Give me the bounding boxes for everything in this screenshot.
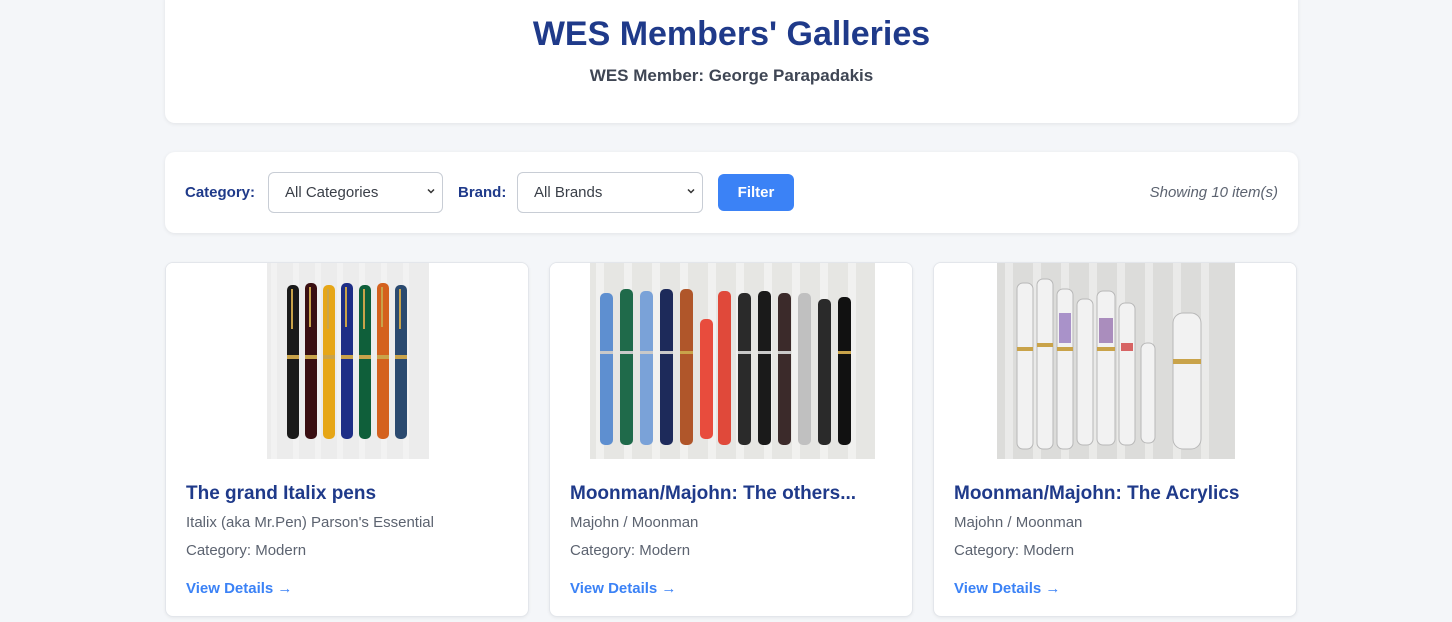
chevron-down-icon [427,188,435,194]
view-details-link[interactable]: View Details → [570,580,676,597]
member-name: WES Member: George Parapadakis [589,66,874,85]
gallery-card-brand: Italix (aka Mr.Pen) Parson's Essential [186,514,434,531]
view-details-link[interactable]: View Details → [186,580,292,597]
gallery-card-category: Category: Modern [186,542,307,559]
pen-photo-moonman-others [590,263,875,459]
item-count: Showing 10 item(s) [1149,184,1278,201]
gallery-card[interactable]: Moonman/Majohn: The others... Majohn / M… [549,262,913,617]
brand-select-value: All Brands [534,184,603,201]
gallery-card-image[interactable] [934,263,1296,459]
page-title: WES Members' Galleries [532,15,931,53]
gallery-card-brand: Majohn / Moonman [954,514,1083,531]
gallery-card-image[interactable] [166,263,528,459]
category-label: Category: [185,184,256,201]
filter-button[interactable]: Filter [718,174,794,211]
gallery-card-image[interactable] [550,263,912,459]
gallery-card[interactable]: Moonman/Majohn: The Acrylics Majohn / Mo… [933,262,1297,617]
gallery-card-category: Category: Modern [570,542,691,559]
gallery-card-category: Category: Modern [954,542,1075,559]
gallery-card-brand: Majohn / Moonman [570,514,699,531]
pen-photo-italix [267,263,429,459]
gallery-card-title[interactable]: Moonman/Majohn: The others... [570,483,856,505]
page-header: WES Members' Galleries WES Member: Georg… [165,0,1298,123]
chevron-down-icon [687,188,695,194]
category-select-value: All Categories [285,184,379,201]
gallery-card-title[interactable]: The grand Italix pens [186,483,376,505]
gallery-card[interactable]: The grand Italix pens Italix (aka Mr.Pen… [165,262,529,617]
brand-label: Brand: [458,184,507,201]
pen-photo-moonman-acrylics [997,263,1235,459]
brand-select[interactable]: All Brands [517,172,703,213]
filter-bar: Category: All Categories Brand: All Bran… [165,152,1298,233]
view-details-link[interactable]: View Details → [954,580,1060,597]
category-select[interactable]: All Categories [268,172,443,213]
gallery-card-title[interactable]: Moonman/Majohn: The Acrylics [954,483,1239,505]
